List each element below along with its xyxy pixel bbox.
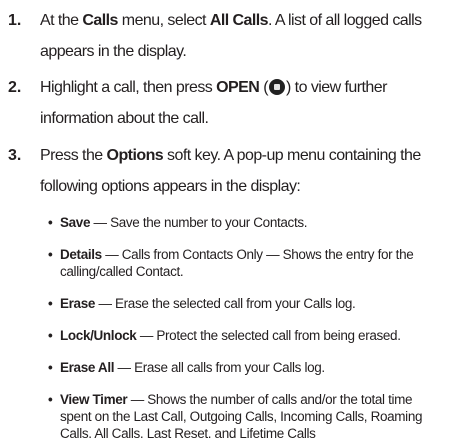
bold-term: Options xyxy=(106,147,164,164)
text-run: Highlight a call, then press xyxy=(40,79,217,96)
option-desc: — Save the number to your Contacts. xyxy=(90,215,308,230)
text-run: . A list of all logged calls xyxy=(268,12,422,29)
option-term: Save xyxy=(60,215,91,230)
option-desc: — Calls from Contacts Only — Shows the e… xyxy=(101,247,414,262)
bullet-icon: • xyxy=(48,215,53,230)
step-number: 1. xyxy=(8,12,22,29)
text-run: ) to view further xyxy=(286,79,387,96)
bold-term: Calls xyxy=(82,12,118,29)
step-text-line: following options appears in the display… xyxy=(40,178,301,195)
option-term: Lock/Unlock xyxy=(60,328,137,343)
bullet-icon: • xyxy=(48,392,53,407)
option-term: Erase All xyxy=(60,360,115,375)
option-desc: — Protect the selected call from being e… xyxy=(136,328,401,343)
option-desc: calling/called Contact. xyxy=(60,264,184,279)
option-term: Erase xyxy=(60,296,96,311)
bold-term: All Calls xyxy=(209,12,269,29)
option-text: Erase All — Erase all calls from your Ca… xyxy=(60,359,470,376)
option-text: View Timer — Shows the number of calls a… xyxy=(60,391,470,442)
text-run: menu, select xyxy=(117,12,210,29)
step-number: 2. xyxy=(8,79,22,96)
option-term: Details xyxy=(60,247,102,262)
bullet-icon: • xyxy=(48,296,53,311)
option-desc: — Shows the number of calls and/or the t… xyxy=(127,392,413,407)
text-run: ( xyxy=(259,79,268,96)
option-text: Erase — Erase the selected call from you… xyxy=(60,295,470,312)
option-desc: spent on the Last Call, Outgoing Calls, … xyxy=(60,409,423,424)
step-text-line: Highlight a call, then press OPEN ( ) to … xyxy=(40,72,387,104)
step-text-line: appears in the display. xyxy=(40,43,187,60)
text-run: soft key. A pop-up menu containing the xyxy=(163,147,421,164)
option-text: Save — Save the number to your Contacts. xyxy=(60,214,470,231)
text-run: At the xyxy=(40,12,83,29)
step-text-line: Press the Options soft key. A pop-up men… xyxy=(40,140,421,172)
option-text: Lock/Unlock — Protect the selected call … xyxy=(60,327,470,344)
step-text-line: At the Calls menu, select All Calls. A l… xyxy=(40,5,422,37)
bullet-icon: • xyxy=(48,328,53,343)
manual-page: 1. At the Calls menu, select All Calls. … xyxy=(0,0,472,441)
bullet-icon: • xyxy=(48,247,53,262)
bullet-icon: • xyxy=(48,360,53,375)
bold-term: OPEN xyxy=(216,79,260,96)
option-text: Details — Calls from Contacts Only — Sho… xyxy=(60,246,470,280)
option-term: View Timer xyxy=(60,392,128,407)
text-run: Press the xyxy=(40,147,107,164)
option-desc: — Erase all calls from your Calls log. xyxy=(114,360,326,375)
step-number: 3. xyxy=(8,147,22,164)
option-desc: — Erase the selected call from your Call… xyxy=(95,296,356,311)
open-key-icon xyxy=(269,78,285,95)
step-text-line: information about the call. xyxy=(40,110,209,127)
